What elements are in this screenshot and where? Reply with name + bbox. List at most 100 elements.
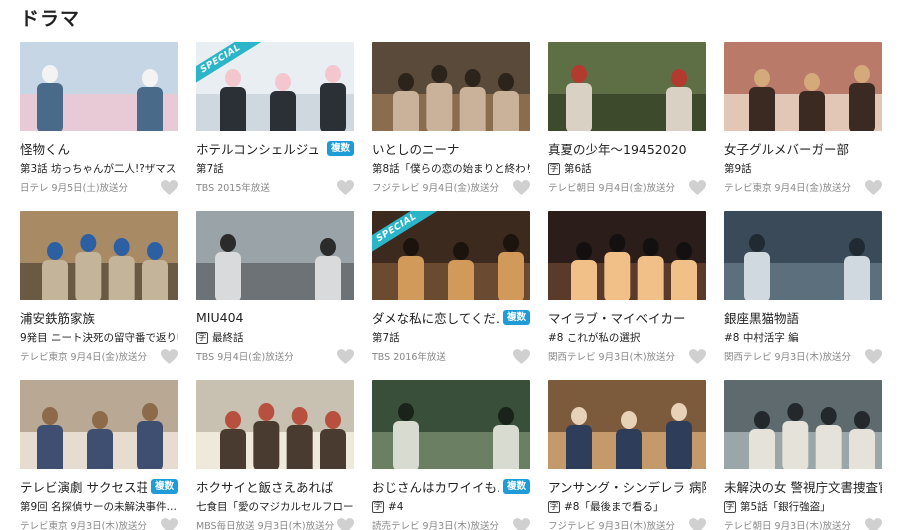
- subtitle-icon: 字: [372, 500, 384, 513]
- heart-icon[interactable]: [689, 348, 706, 364]
- drama-title[interactable]: 怪物くん: [20, 139, 178, 158]
- drama-title[interactable]: MIU404: [196, 310, 354, 325]
- episode-label: 第3話 坊っちゃんが二人!?ザマス: [20, 163, 177, 175]
- episode-label: 第9回 名探偵サーの未解決事件…: [20, 501, 178, 513]
- heart-icon[interactable]: [865, 179, 882, 195]
- heart-icon[interactable]: [513, 348, 530, 364]
- broadcast-info: TBS 9月4日(金)放送分: [196, 352, 294, 363]
- episode-label: #4: [388, 500, 404, 513]
- thumbnail-image: [20, 211, 178, 300]
- broadcast-info: TBS 2016年放送: [372, 352, 446, 363]
- heart-icon[interactable]: [337, 517, 354, 530]
- heart-icon[interactable]: [337, 179, 354, 195]
- drama-card[interactable]: おじさんはカワイイも… 複数字 #4 読売テレビ 9月3日(木)放送分: [372, 380, 530, 530]
- drama-thumbnail[interactable]: [548, 211, 706, 300]
- drama-card[interactable]: SPECIAL ダメな私に恋してくだ… 複数 第7話 TBS 2016年放送: [372, 211, 530, 380]
- subtitle-icon: 字: [548, 500, 560, 513]
- drama-thumbnail[interactable]: [196, 211, 354, 300]
- drama-card[interactable]: 怪物くん第3話 坊っちゃんが二人!?ザマス 日テレ 9月5日(土)放送分: [20, 42, 178, 211]
- heart-icon[interactable]: [865, 348, 882, 364]
- episode-label: 七食目「愛のマジカルセルフロールキ…: [196, 501, 354, 513]
- drama-title[interactable]: 未解決の女 警視庁文書捜査官…: [724, 477, 882, 496]
- drama-card[interactable]: 女子グルメバーガー部第9話テレビ東京 9月4日(金)放送分: [724, 42, 882, 211]
- drama-thumbnail[interactable]: [724, 211, 882, 300]
- episode-label: 第7話: [372, 332, 400, 344]
- drama-thumbnail[interactable]: [372, 42, 530, 131]
- heart-icon[interactable]: [689, 179, 706, 195]
- drama-grid: 怪物くん 第3話 坊っちゃんが二人!?ザマス 日テレ 9月5日(土)放送分 SPECI…: [20, 42, 882, 530]
- thumbnail-image: [724, 211, 882, 300]
- episode-label: #8 中村活字 編: [724, 332, 799, 344]
- drama-thumbnail[interactable]: [196, 380, 354, 469]
- thumbnail-image: [372, 380, 530, 469]
- drama-card[interactable]: いとしのニーナ 第8話「僕らの恋の始まりと終わり」 フジテレビ 9月4日(金)放送分: [372, 42, 530, 211]
- drama-title[interactable]: ホテルコンシェルジュ: [196, 139, 323, 158]
- heart-icon[interactable]: [513, 517, 530, 530]
- drama-thumbnail[interactable]: SPECIAL: [196, 42, 354, 131]
- drama-card[interactable]: ホクサイと飯さえあれば七食目「愛のマジカルセルフロールキ… MBS毎日放送 9月3…: [196, 380, 354, 530]
- drama-thumbnail[interactable]: [20, 380, 178, 469]
- broadcast-info: フジテレビ 9月4日(金)放送分: [372, 183, 500, 194]
- heart-icon[interactable]: [161, 348, 178, 364]
- heart-icon[interactable]: [161, 517, 178, 530]
- thumbnail-image: [372, 42, 530, 131]
- subtitle-icon: 字: [724, 500, 736, 513]
- drama-card[interactable]: SPECIAL ホテルコンシェルジュ 複数 第7話 TBS 2015年放送: [196, 42, 354, 211]
- broadcast-info: テレビ朝日 9月4日(金)放送分: [548, 183, 676, 194]
- drama-card[interactable]: アンサング・シンデレラ 病院… 字 #8「最後まで看る」フジテレビ 9月3日(木)放…: [548, 380, 706, 530]
- thumbnail-image: [548, 211, 706, 300]
- thumbnail-image: [724, 380, 882, 469]
- drama-card[interactable]: マイラブ・マイベイカー #8 これが私の選択関西テレビ 9月3日(木)放送分: [548, 211, 706, 380]
- drama-thumbnail[interactable]: [548, 380, 706, 469]
- drama-thumbnail[interactable]: [20, 211, 178, 300]
- drama-title[interactable]: 真夏の少年〜19452020: [548, 139, 706, 158]
- thumbnail-image: [20, 380, 178, 469]
- drama-card[interactable]: テレビ演劇 サクセス荘2 複数 第9回 名探偵サーの未解決事件… テレビ東京 9月3日…: [20, 380, 178, 530]
- drama-title[interactable]: ダメな私に恋してくだ…: [372, 308, 499, 327]
- broadcast-info: 日テレ 9月5日(土)放送分: [20, 183, 129, 194]
- multiple-badge: 複数: [502, 478, 530, 494]
- drama-title[interactable]: おじさんはカワイイも…: [372, 477, 499, 496]
- subtitle-icon: 字: [196, 331, 208, 344]
- drama-title[interactable]: いとしのニーナ: [372, 139, 530, 158]
- broadcast-info: 関西テレビ 9月3日(木)放送分: [548, 352, 676, 363]
- heart-icon[interactable]: [161, 179, 178, 195]
- drama-thumbnail[interactable]: [372, 380, 530, 469]
- broadcast-info: テレビ朝日 9月3日(木)放送分: [724, 521, 852, 530]
- drama-card[interactable]: MIU404 字最終話 TBS 9月4日(金)放送分: [196, 211, 354, 380]
- drama-thumbnail[interactable]: [20, 42, 178, 131]
- episode-label: #8 これが私の選択: [548, 332, 641, 344]
- heart-icon[interactable]: [689, 517, 706, 530]
- thumbnail-image: [724, 42, 882, 131]
- drama-thumbnail[interactable]: [548, 42, 706, 131]
- episode-label: 第9話: [724, 163, 752, 175]
- heart-icon[interactable]: [337, 348, 354, 364]
- drama-title[interactable]: 浦安鉄筋家族: [20, 308, 178, 327]
- drama-title[interactable]: アンサング・シンデレラ 病院…: [548, 477, 706, 496]
- drama-card[interactable]: 未解決の女 警視庁文書捜査官… 字第5話「銀行強盗」テレビ朝日 9月3日(木)放送…: [724, 380, 882, 530]
- drama-title[interactable]: 女子グルメバーガー部: [724, 139, 882, 158]
- heart-icon[interactable]: [865, 517, 882, 530]
- drama-thumbnail[interactable]: [724, 380, 882, 469]
- drama-thumbnail[interactable]: [724, 42, 882, 131]
- episode-label: #8「最後まで看る」: [564, 501, 664, 513]
- subtitle-icon: 字: [548, 162, 560, 175]
- thumbnail-image: [548, 42, 706, 131]
- broadcast-info: テレビ東京 9月4日(金)放送分: [724, 183, 852, 194]
- drama-card[interactable]: 真夏の少年〜19452020 字第6話テレビ朝日 9月4日(金)放送分: [548, 42, 706, 211]
- drama-thumbnail[interactable]: SPECIAL: [372, 211, 530, 300]
- episode-label: 第6話: [564, 163, 592, 175]
- broadcast-info: 読売テレビ 9月3日(木)放送分: [372, 521, 500, 530]
- multiple-badge: 複数: [326, 140, 354, 156]
- thumbnail-image: [196, 380, 354, 469]
- broadcast-info: TBS 2015年放送: [196, 183, 270, 194]
- drama-title[interactable]: テレビ演劇 サクセス荘2: [20, 477, 147, 496]
- drama-card[interactable]: 銀座黒猫物語 #8 中村活字 編関西テレビ 9月3日(木)放送分: [724, 211, 882, 380]
- broadcast-info: 関西テレビ 9月3日(木)放送分: [724, 352, 852, 363]
- drama-title[interactable]: 銀座黒猫物語: [724, 308, 882, 327]
- drama-title[interactable]: マイラブ・マイベイカー: [548, 308, 706, 327]
- drama-card[interactable]: 浦安鉄筋家族 9発目 ニート決死の留守番で返り咲き!? テレビ東京 9月4日(金)放…: [20, 211, 178, 380]
- heart-icon[interactable]: [513, 179, 530, 195]
- drama-title[interactable]: ホクサイと飯さえあれば: [196, 477, 354, 496]
- episode-label: 最終話: [212, 332, 244, 344]
